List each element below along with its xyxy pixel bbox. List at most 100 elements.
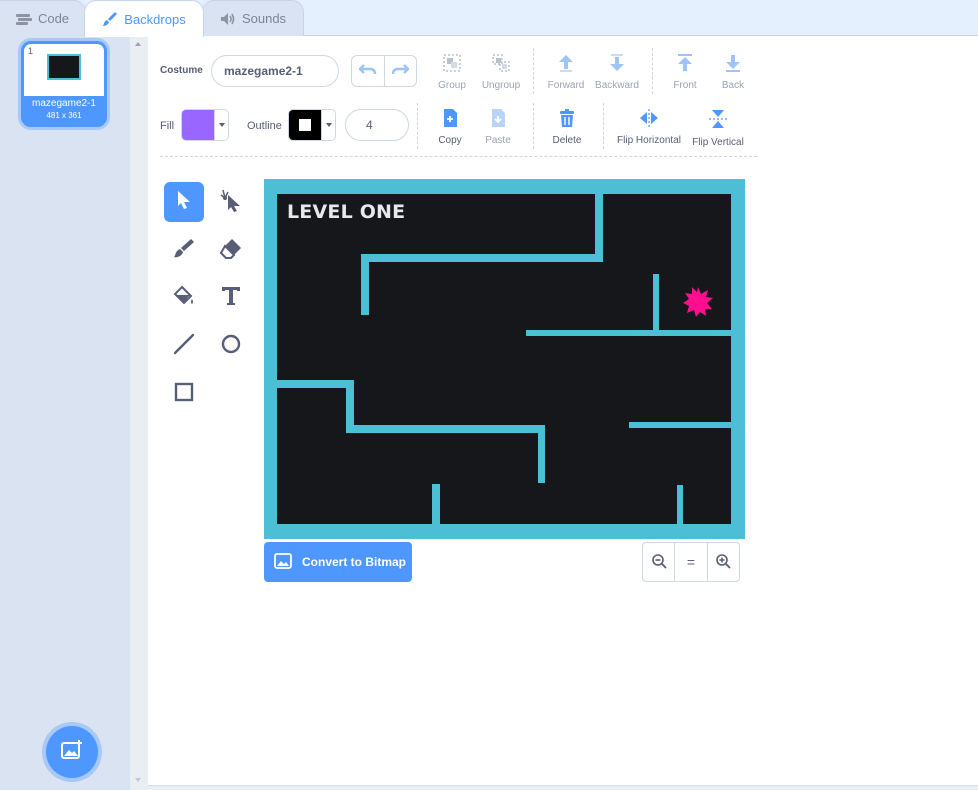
toolbar-divider-horizontal — [160, 156, 757, 157]
flip-vertical-button[interactable]: Flip Vertical — [690, 108, 746, 148]
copy-label: Copy — [438, 135, 462, 146]
speaker-icon — [220, 12, 236, 26]
toolbar-divider — [603, 103, 604, 149]
tab-code-label: Code — [37, 11, 70, 26]
flip-vertical-label: Flip Vertical — [692, 137, 744, 148]
undo-redo-group — [351, 55, 417, 87]
fill-tool-button[interactable] — [164, 278, 204, 318]
backdrop-name: mazegame2-1 — [32, 98, 96, 109]
forward-label: Forward — [547, 80, 585, 91]
trash-icon — [557, 108, 577, 131]
scroll-down-icon[interactable] — [135, 778, 141, 782]
undo-icon — [358, 62, 377, 80]
backdrop-number: 1 — [28, 46, 34, 56]
text-icon — [220, 285, 242, 312]
select-tool-button[interactable] — [164, 182, 204, 222]
tab-sounds-label: Sounds — [241, 11, 287, 26]
chevron-down-icon — [321, 110, 335, 140]
zoom-out-button[interactable] — [643, 543, 674, 581]
maze-wall — [346, 425, 545, 433]
delete-button[interactable]: Delete — [550, 108, 584, 146]
backdrop-list: 1 mazegame2-1 481 x 361 — [0, 36, 130, 790]
maze-wall — [432, 484, 440, 524]
maze-wall — [361, 254, 369, 315]
backdrop-thumbnail: 1 — [24, 44, 104, 96]
redo-button[interactable] — [383, 56, 417, 86]
brush-icon — [102, 11, 118, 27]
zoom-in-icon — [715, 553, 731, 572]
outline-color-picker[interactable] — [288, 109, 336, 141]
select-arrow-icon — [175, 190, 193, 215]
zoom-out-icon — [651, 553, 667, 572]
zoom-reset-button[interactable]: = — [674, 543, 706, 581]
backdrop-list-scrollbar[interactable] — [130, 36, 148, 790]
level-title: LEVEL ONE — [287, 201, 406, 223]
line-tool-button[interactable] — [164, 326, 204, 366]
back-icon — [723, 53, 743, 76]
outline-label: Outline — [247, 120, 282, 132]
zoom-in-button[interactable] — [706, 543, 739, 581]
ungroup-icon — [491, 53, 511, 76]
paste-icon — [489, 108, 507, 131]
paste-button[interactable]: Paste — [483, 108, 513, 146]
toolbar-divider — [417, 103, 418, 149]
flip-vertical-icon — [708, 108, 728, 133]
text-tool-button[interactable] — [211, 278, 251, 318]
code-icon — [15, 13, 32, 25]
maze-backdrop: LEVEL ONE — [277, 194, 731, 524]
flip-horizontal-label: Flip Horizontal — [617, 135, 681, 146]
choose-backdrop-button[interactable] — [46, 726, 98, 778]
fill-label: Fill — [160, 120, 175, 132]
convert-to-bitmap-button[interactable]: Convert to Bitmap — [264, 542, 412, 582]
copy-button[interactable]: Copy — [435, 108, 465, 146]
backward-button[interactable]: Backward — [594, 53, 640, 91]
maze-wall — [629, 422, 731, 428]
rectangle-icon — [173, 381, 195, 408]
circle-icon — [220, 333, 242, 360]
toolbar-divider — [533, 103, 534, 149]
front-button[interactable]: Front — [670, 53, 700, 91]
back-button[interactable]: Back — [718, 53, 748, 91]
tab-backdrops[interactable]: Backdrops — [84, 0, 204, 37]
ungroup-button[interactable]: Ungroup — [481, 53, 521, 91]
brush-icon — [172, 237, 196, 264]
circle-tool-button[interactable] — [211, 326, 251, 366]
outline-width-input[interactable]: 4 — [345, 109, 409, 141]
flip-horizontal-icon — [638, 108, 660, 131]
outline-color-swatch — [289, 110, 321, 140]
eraser-icon — [219, 237, 243, 264]
goal-star-shape — [683, 287, 713, 317]
scroll-up-icon[interactable] — [135, 42, 141, 46]
maze-wall — [538, 425, 545, 483]
editor-tab-bar: Code Backdrops Sounds — [0, 0, 978, 37]
rectangle-tool-button[interactable] — [164, 374, 204, 414]
tab-backdrops-label: Backdrops — [124, 11, 186, 27]
zoom-reset-label: = — [686, 554, 696, 570]
zoom-controls: = — [642, 542, 740, 582]
reshape-icon — [219, 188, 243, 217]
maze-wall — [526, 330, 731, 336]
forward-button[interactable]: Forward — [547, 53, 585, 91]
toolbar-divider — [652, 48, 653, 94]
group-button[interactable]: Group — [437, 53, 467, 91]
tab-code[interactable]: Code — [0, 0, 86, 36]
backdrop-list-pane: 1 mazegame2-1 481 x 361 — [0, 36, 148, 790]
fill-color-swatch — [182, 110, 214, 140]
tab-sounds[interactable]: Sounds — [202, 0, 304, 36]
reshape-tool-button[interactable] — [211, 182, 251, 222]
undo-button[interactable] — [352, 56, 384, 86]
line-icon — [173, 333, 195, 360]
fill-color-picker[interactable] — [181, 109, 229, 141]
front-icon — [675, 53, 695, 76]
maze-wall — [277, 380, 353, 388]
eraser-tool-button[interactable] — [211, 230, 251, 270]
front-label: Front — [673, 80, 697, 91]
group-icon — [442, 53, 462, 76]
backdrop-preview-image — [47, 54, 81, 80]
paint-canvas[interactable]: LEVEL ONE — [264, 179, 745, 539]
backdrop-item[interactable]: 1 mazegame2-1 481 x 361 — [21, 41, 107, 127]
brush-tool-button[interactable] — [164, 230, 204, 270]
costume-name-input[interactable]: mazegame2-1 — [211, 55, 339, 87]
flip-horizontal-button[interactable]: Flip Horizontal — [614, 108, 684, 146]
bottom-border — [148, 785, 978, 790]
